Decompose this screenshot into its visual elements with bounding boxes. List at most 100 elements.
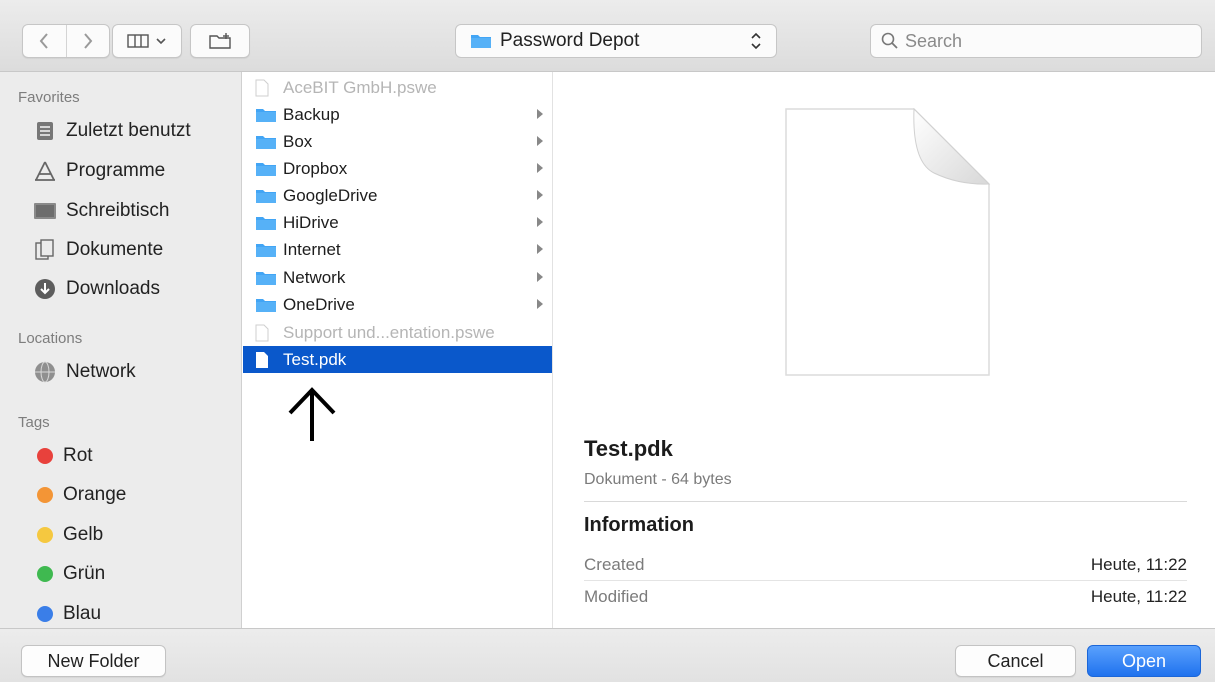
information-header: Information [584,514,694,536]
sidebar-item-label: Schreibtisch [66,200,170,221]
list-item[interactable]: Internet [243,236,552,263]
tag-label: Grün [63,563,106,584]
list-item[interactable]: Backup [243,101,552,128]
folder-icon [255,269,277,287]
folder-icon [255,214,277,232]
bottom-bar: New Folder Cancel Open [0,628,1215,682]
documents-icon [32,238,58,262]
search-field[interactable] [870,24,1202,58]
sidebar-item-label: Programme [66,160,166,181]
modified-value: Heute, 11:22 [1090,587,1187,606]
folder-icon [255,187,277,205]
applications-icon [32,159,58,183]
sidebar-item-label: Zuletzt benutzt [66,120,191,141]
sidebar-tag-orange[interactable]: Orange [32,480,126,510]
back-button[interactable] [23,25,66,57]
location-select[interactable]: Password Depot [455,24,777,58]
sidebar-item-documents[interactable]: Dokumente [32,235,163,265]
divider [584,580,1187,581]
chevron-down-icon [156,38,166,45]
sidebar-tag-blau[interactable]: Blau [32,599,101,629]
sidebar-item-label: Dokumente [66,239,164,260]
list-item-selected[interactable]: Test.pdk [243,346,552,373]
network-globe-icon [32,360,58,384]
updown-arrows-icon [751,32,761,50]
sidebar-tag-gruen[interactable]: Grün [32,559,105,589]
tag-label: Rot [63,445,93,466]
sidebar-item-recents[interactable]: Zuletzt benutzt [32,116,191,146]
up-arrow-annotation-icon [288,387,336,441]
tag-label: Orange [63,484,127,505]
preview-file-name: Test.pdk [584,436,673,461]
folder-icon [255,241,277,259]
cancel-button[interactable]: Cancel [955,645,1076,677]
list-item[interactable]: Support und...entation.pswe [243,319,552,346]
locations-header: Locations [18,330,83,347]
modified-label: Modified [584,587,649,606]
columns-view-icon [127,34,149,48]
created-value: Heute, 11:22 [1090,555,1187,574]
folder-icon [255,133,277,151]
folder-icon [255,106,277,124]
sidebar-tag-rot[interactable]: Rot [32,441,93,471]
view-mode-button[interactable] [112,24,182,58]
favorites-header: Favorites [18,89,80,106]
file-name: Test.pdk [283,349,347,369]
columns-view [113,25,181,57]
file-name: GoogleDrive [283,185,378,205]
location-label: Password Depot [500,30,640,51]
tag-label: Blau [63,603,102,624]
list-item[interactable]: OneDrive [243,291,552,318]
search-input[interactable] [905,30,1185,52]
created-label: Created [584,555,645,574]
sidebar: Favorites Zuletzt benutzt Programme Schr… [0,72,242,628]
file-name: AceBIT GmbH.pswe [283,77,437,97]
chevron-right-icon [84,33,93,49]
list-item[interactable]: AceBIT GmbH.pswe [243,74,552,101]
preview-pane: Test.pdk Dokument - 64 bytes Information… [554,72,1215,628]
list-item[interactable]: GoogleDrive [243,182,552,209]
search-icon [881,32,898,49]
sidebar-item-downloads[interactable]: Downloads [32,274,160,304]
tag-label: Gelb [63,524,104,545]
new-folder-toolbar-button[interactable] [190,24,250,58]
created-row: Created Heute, 11:22 [584,550,1187,580]
file-name: Support und...entation.pswe [283,322,495,342]
file-name: HiDrive [283,212,339,232]
file-name: Network [283,267,346,287]
folder-icon [471,35,491,48]
file-name: Box [283,131,313,151]
tag-color-dot [37,566,53,582]
chevron-left-icon [40,33,49,49]
sidebar-item-applications[interactable]: Programme [32,156,165,186]
list-item[interactable]: Box [243,128,552,155]
disclosure-arrow-icon [537,217,543,227]
modified-row: Modified Heute, 11:22 [584,582,1187,612]
sidebar-item-network[interactable]: Network [32,357,136,387]
disclosure-arrow-icon [537,109,543,119]
sidebar-item-desktop[interactable]: Schreibtisch [32,196,170,226]
file-name: Internet [283,239,341,259]
open-button[interactable]: Open [1087,645,1201,677]
list-item[interactable]: Network [243,264,552,291]
sidebar-tag-gelb[interactable]: Gelb [32,520,103,550]
file-name: Backup [283,104,340,124]
divider [584,501,1187,502]
sidebar-item-label: Downloads [66,278,160,299]
forward-button[interactable] [65,25,109,57]
folder-icon [255,296,277,314]
disclosure-arrow-icon [537,190,543,200]
disclosure-arrow-icon [537,299,543,309]
disclosure-arrow-icon [537,244,543,254]
disclosure-arrow-icon [537,272,543,282]
tags-header: Tags [18,414,50,431]
downloads-icon [32,277,58,301]
list-item[interactable]: Dropbox [243,155,552,182]
list-item[interactable]: HiDrive [243,209,552,236]
document-icon [255,351,277,369]
sidebar-item-label: Network [66,361,136,382]
disclosure-arrow-icon [537,163,543,173]
desktop-icon [32,199,58,223]
new-folder-button[interactable]: New Folder [21,645,166,677]
document-preview-icon [785,107,991,376]
